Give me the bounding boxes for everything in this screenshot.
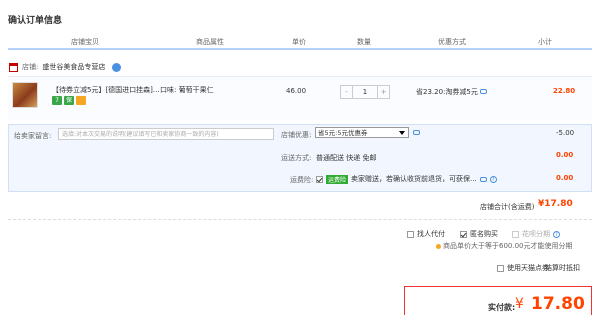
item-row bbox=[8, 76, 592, 120]
seven-day-return-icon[interactable]: 7 bbox=[52, 96, 62, 105]
header-attributes: 商品属性 bbox=[196, 38, 224, 46]
anonymous-label: 匿名购买 bbox=[470, 230, 498, 238]
help-icon[interactable]: ? bbox=[553, 230, 560, 238]
shop-discount-select[interactable]: 省5元:5元优惠券 bbox=[315, 127, 409, 138]
shop-discount-label: 店铺优惠: bbox=[281, 131, 312, 139]
shop-line: 店铺: 盛世谷美食品专营店 bbox=[9, 62, 122, 72]
qty-minus-button[interactable]: - bbox=[341, 86, 353, 98]
table-header: 店铺宝贝 商品属性 单价 数量 优惠方式 小计 bbox=[8, 30, 592, 50]
header-price: 单价 bbox=[292, 38, 306, 46]
installment-note: 商品单价大于等于600.00元才能使用分期 bbox=[443, 242, 573, 250]
tmall-points-label: 使用天猫点券 bbox=[507, 264, 549, 272]
help-icon[interactable]: ? bbox=[489, 175, 497, 183]
location-pin-icon bbox=[436, 243, 441, 249]
info-bubble-icon[interactable] bbox=[479, 176, 487, 182]
find-pay-checkbox[interactable] bbox=[407, 230, 414, 238]
guarantee-icon[interactable]: 保 bbox=[64, 96, 74, 105]
insurance-checkbox[interactable] bbox=[316, 175, 323, 183]
insurance-amount: 0.00 bbox=[556, 174, 574, 182]
info-bubble-icon[interactable] bbox=[480, 89, 488, 94]
shop-name-link[interactable]: 盛世谷美食品专营店 bbox=[42, 62, 105, 72]
info-bubble-icon[interactable] bbox=[413, 130, 420, 135]
shop-label: 店铺: bbox=[22, 63, 39, 71]
pay-amount: 17.80 bbox=[531, 294, 585, 314]
header-shop-items: 店铺宝贝 bbox=[71, 38, 99, 46]
quantity-stepper: - 1 + bbox=[340, 85, 390, 99]
installment-option[interactable]: 花呗分期 ? bbox=[512, 229, 560, 239]
shop-discount-amount: -5.00 bbox=[556, 129, 575, 137]
item-price: 46.00 bbox=[286, 87, 307, 95]
header-subtotal: 小计 bbox=[538, 38, 552, 46]
message-input[interactable]: 选填:对本次交易的说明(建议填写已和卖家协商一致的内容) bbox=[58, 128, 274, 140]
shop-total-value: ¥17.80 bbox=[538, 199, 573, 209]
shipping-amount: 0.00 bbox=[556, 151, 574, 159]
shipping-label: 运送方式: bbox=[281, 154, 312, 162]
tmall-points-option[interactable]: 使用天猫点券 bbox=[497, 263, 549, 273]
anonymous-checkbox[interactable] bbox=[460, 230, 467, 238]
item-thumbnail[interactable] bbox=[12, 82, 38, 108]
insurance-tag: 运费险 bbox=[326, 174, 349, 184]
qty-plus-button[interactable]: + bbox=[377, 86, 389, 98]
header-discount: 优惠方式 bbox=[438, 38, 466, 46]
message-label: 给卖家留言: bbox=[14, 132, 52, 140]
shop-icon bbox=[9, 62, 18, 72]
insurance-label: 运费险: bbox=[290, 176, 314, 184]
item-badges: 7 保 bbox=[52, 96, 86, 105]
shop-discount-value: 省5元:5元优惠券 bbox=[318, 129, 368, 137]
item-name-link[interactable]: 【待券立减5元】[德国进口挂森]... bbox=[52, 85, 160, 95]
settle-note: 结算时抵扣 bbox=[545, 264, 580, 272]
find-pay-label: 找人代付 bbox=[417, 230, 445, 238]
find-pay-option[interactable]: 找人代付 bbox=[407, 229, 445, 239]
credit-card-icon[interactable] bbox=[76, 96, 86, 105]
dropdown-arrow-icon bbox=[399, 131, 405, 135]
shop-total-label: 店铺合计(含运费) bbox=[480, 203, 535, 211]
qty-input[interactable]: 1 bbox=[353, 86, 377, 98]
item-attribute: 口味: 葡萄干果仁 bbox=[160, 86, 214, 94]
pay-label: 实付款: bbox=[488, 303, 516, 312]
header-quantity: 数量 bbox=[357, 38, 371, 46]
installment-label: 花呗分期 bbox=[522, 230, 550, 238]
item-discount: 省23.20:淘券减5元 bbox=[416, 87, 488, 97]
installment-checkbox[interactable] bbox=[512, 230, 519, 238]
tmall-points-checkbox[interactable] bbox=[497, 264, 504, 272]
item-subtotal: 22.80 bbox=[553, 87, 576, 95]
item-discount-text: 省23.20:淘券减5元 bbox=[416, 88, 478, 96]
anonymous-option[interactable]: 匿名购买 bbox=[460, 229, 498, 239]
pay-currency: ¥ bbox=[515, 296, 524, 312]
page-title: 确认订单信息 bbox=[8, 16, 63, 26]
installment-note-row: 商品单价大于等于600.00元才能使用分期 bbox=[436, 241, 573, 251]
insurance-row: 运费险 卖家赠送，若确认收货前退货，可获保... ? bbox=[316, 174, 497, 184]
insurance-text: 卖家赠送，若确认收货前退货，可获保... bbox=[351, 175, 477, 183]
chat-icon[interactable] bbox=[112, 62, 122, 72]
shipping-value: 普通配送 快递 免邮 bbox=[316, 154, 377, 162]
